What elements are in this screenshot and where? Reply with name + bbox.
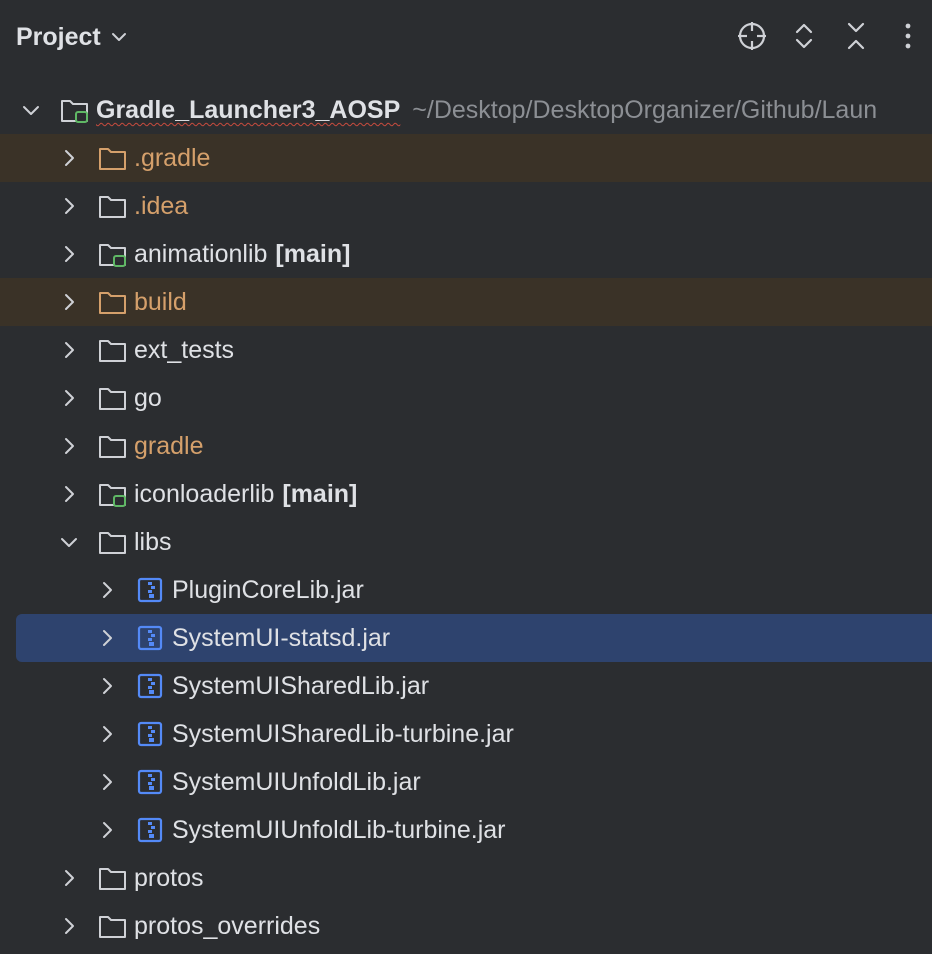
folder-icon bbox=[99, 436, 126, 458]
tree-item-label: SystemUISharedLib.jar bbox=[172, 672, 430, 700]
chevron-right-icon[interactable] bbox=[58, 435, 80, 457]
jar-icon bbox=[137, 817, 163, 843]
tree-row-folder[interactable]: protos_overrides bbox=[0, 902, 932, 950]
collapse-all-icon[interactable] bbox=[838, 18, 874, 54]
tree-row-folder[interactable]: go bbox=[0, 374, 932, 422]
chevron-down-icon bbox=[111, 33, 126, 41]
tree-item-label: SystemUIUnfoldLib.jar bbox=[172, 768, 421, 796]
tree-item-label: SystemUI-statsd.jar bbox=[172, 624, 391, 652]
chevron-right-icon[interactable] bbox=[58, 243, 80, 265]
chevron-right-icon[interactable] bbox=[96, 579, 118, 601]
git-branch-badge: [main] bbox=[282, 480, 358, 508]
jar-icon bbox=[137, 577, 163, 603]
tree-row-folder[interactable]: protos bbox=[0, 854, 932, 902]
jar-icon bbox=[137, 721, 163, 747]
chevron-down-icon[interactable] bbox=[20, 99, 42, 121]
tree-row-jar[interactable]: SystemUIUnfoldLib.jar bbox=[0, 758, 932, 806]
folder-icon bbox=[99, 388, 126, 410]
folder-icon bbox=[99, 340, 126, 362]
tree-row-folder[interactable]: ext_tests bbox=[0, 326, 932, 374]
tree-item-label: go bbox=[134, 384, 162, 412]
tree-item-label: protos_overrides bbox=[134, 912, 321, 940]
tree-item-label: SystemUISharedLib-turbine.jar bbox=[172, 720, 514, 748]
chevron-right-icon[interactable] bbox=[58, 483, 80, 505]
tree-row-module[interactable]: animationlib [main] bbox=[0, 230, 932, 278]
jar-icon bbox=[137, 673, 163, 699]
tree-row-jar-selected[interactable]: SystemUI-statsd.jar bbox=[16, 614, 932, 662]
project-title: Project bbox=[16, 22, 101, 51]
tree-item-label: SystemUIUnfoldLib-turbine.jar bbox=[172, 816, 506, 844]
tree-row-folder[interactable]: build bbox=[0, 278, 932, 326]
tree-item-label: iconloaderlib bbox=[134, 480, 275, 508]
module-folder-icon bbox=[99, 244, 126, 267]
chevron-right-icon[interactable] bbox=[58, 147, 80, 169]
git-branch-badge: [main] bbox=[275, 240, 351, 268]
jar-icon bbox=[137, 769, 163, 795]
excluded-folder-icon bbox=[99, 148, 126, 170]
folder-icon bbox=[99, 916, 126, 938]
chevron-right-icon[interactable] bbox=[96, 675, 118, 697]
tree-item-label: .gradle bbox=[134, 144, 211, 172]
tree-item-label: PluginCoreLib.jar bbox=[172, 576, 364, 604]
chevron-right-icon[interactable] bbox=[58, 867, 80, 889]
chevron-right-icon[interactable] bbox=[58, 387, 80, 409]
tree-item-label: ext_tests bbox=[134, 336, 235, 364]
chevron-right-icon[interactable] bbox=[96, 723, 118, 745]
tree-item-label: build bbox=[134, 288, 187, 316]
tree-item-label: .idea bbox=[134, 192, 189, 220]
chevron-right-icon[interactable] bbox=[58, 195, 80, 217]
tree-row-jar[interactable]: PluginCoreLib.jar bbox=[0, 566, 932, 614]
chevron-right-icon[interactable] bbox=[58, 915, 80, 937]
folder-icon bbox=[99, 196, 126, 218]
chevron-down-icon[interactable] bbox=[58, 531, 80, 553]
chevron-right-icon[interactable] bbox=[96, 771, 118, 793]
tree-item-label: gradle bbox=[134, 432, 204, 460]
tree-row-folder[interactable]: .gradle bbox=[0, 134, 932, 182]
excluded-folder-icon bbox=[99, 292, 126, 314]
root-project-path: ~/Desktop/DesktopOrganizer/Github/Laun bbox=[412, 96, 878, 124]
tree-row-folder[interactable]: libs bbox=[0, 518, 932, 566]
jar-icon bbox=[137, 625, 163, 651]
tree-row-folder[interactable]: gradle bbox=[0, 422, 932, 470]
project-view-selector[interactable]: Project bbox=[16, 20, 129, 54]
tree-item-label: protos bbox=[134, 864, 204, 892]
tree-row-jar[interactable]: SystemUIUnfoldLib-turbine.jar bbox=[0, 806, 932, 854]
tree-item-label: animationlib bbox=[134, 240, 268, 268]
tree-row-module[interactable]: iconloaderlib [main] bbox=[0, 470, 932, 518]
root-project-name: Gradle_Launcher3_AOSP bbox=[96, 96, 401, 124]
expand-collapse-icon[interactable] bbox=[786, 18, 822, 54]
module-folder-icon bbox=[61, 100, 88, 123]
chevron-right-icon[interactable] bbox=[96, 627, 118, 649]
project-tree: Gradle_Launcher3_AOSP ~/Desktop/DesktopOr… bbox=[0, 86, 932, 950]
chevron-right-icon[interactable] bbox=[58, 339, 80, 361]
folder-icon bbox=[99, 868, 126, 890]
tree-item-label: libs bbox=[134, 528, 172, 556]
tree-row-jar[interactable]: SystemUISharedLib.jar bbox=[0, 662, 932, 710]
tree-row-jar[interactable]: SystemUISharedLib-turbine.jar bbox=[0, 710, 932, 758]
tree-row-folder[interactable]: .idea bbox=[0, 182, 932, 230]
chevron-right-icon[interactable] bbox=[96, 819, 118, 841]
tree-row-root[interactable]: Gradle_Launcher3_AOSP ~/Desktop/DesktopOr… bbox=[0, 86, 932, 134]
locate-icon[interactable] bbox=[734, 18, 770, 54]
folder-icon bbox=[99, 532, 126, 554]
module-folder-icon bbox=[99, 484, 126, 507]
chevron-right-icon[interactable] bbox=[58, 291, 80, 313]
more-options-icon[interactable] bbox=[890, 18, 926, 54]
tool-window-header: Project bbox=[0, 0, 932, 72]
